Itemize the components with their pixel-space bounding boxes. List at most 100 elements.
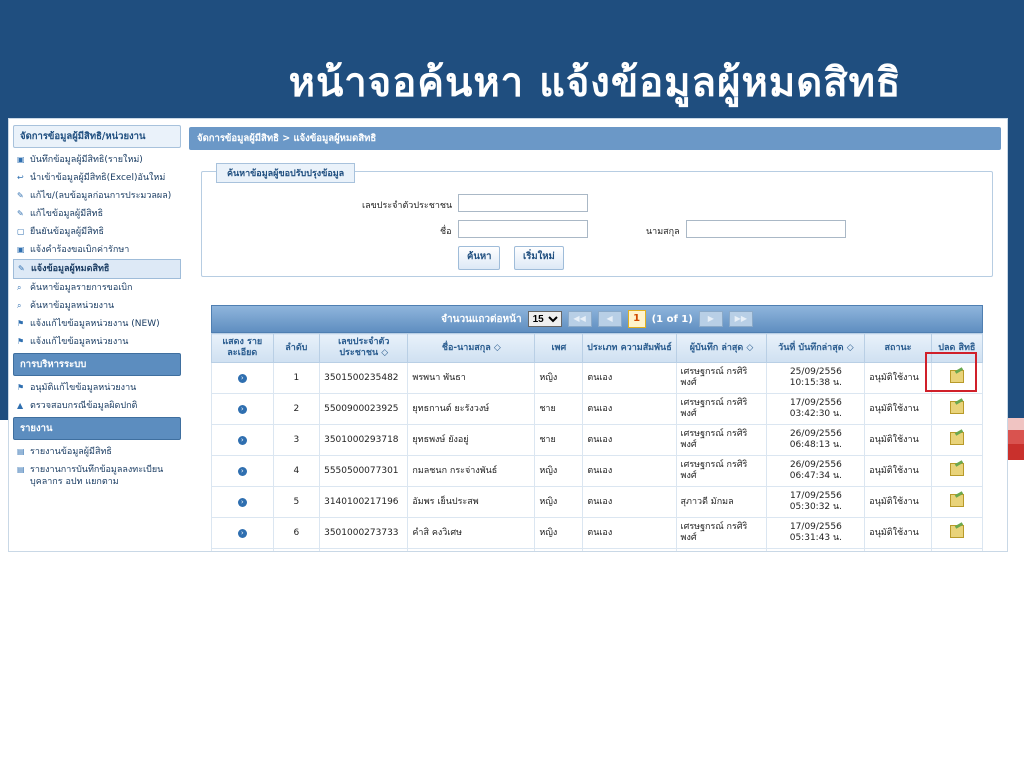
sidebar-item-label: แจ้งแก้ไขข้อมูลหน่วยงาน (NEW) — [30, 319, 160, 329]
sidebar-item[interactable]: ▤ รายงานข้อมูลผู้มีสิทธิ — [13, 443, 181, 461]
details-icon[interactable]: › — [237, 466, 247, 476]
sidebar-item-label: แจ้งข้อมูลผู้หมดสิทธิ — [31, 264, 110, 274]
slide-title: หน้าจอค้นหา แจ้งข้อมูลผู้หมดสิทธิ — [288, 59, 902, 106]
accent-bar — [1008, 418, 1024, 430]
revoke-rights-icon[interactable] — [949, 400, 964, 414]
cell-status — [864, 548, 932, 551]
surname-input[interactable] — [686, 220, 846, 238]
name-input[interactable] — [458, 220, 588, 238]
column-header[interactable]: เลขประจำตัว ประชาชน ◇ — [319, 333, 409, 363]
cell-no: 1 — [272, 362, 321, 394]
next-page-button[interactable]: ▶ — [698, 311, 723, 327]
details-icon[interactable]: › — [237, 528, 247, 538]
rows-per-page-select[interactable]: 15 — [527, 311, 562, 327]
first-page-button[interactable]: ◀◀ — [567, 311, 592, 327]
table-body: › 1 3501500235482 พรพนา พันธา หญิง ตนเอง เศรษฐ… — [211, 362, 984, 551]
cell-name: กมลชนก กระจ่างพันธ์ — [407, 455, 536, 487]
sidebar-item[interactable]: ⌕ ค้นหาข้อมูลรายการขอเบิก — [13, 279, 181, 297]
breadcrumb: จัดการข้อมูลผู้มีสิทธิ > แจ้งข้อมูลผู้หม… — [189, 127, 1001, 150]
cell-status: อนุมัติใช้งาน — [864, 362, 932, 394]
cell-rel: ตนเอง — [582, 362, 677, 394]
sidebar-item[interactable]: ⚑ แจ้งแก้ไขข้อมูลหน่วยงาน — [13, 333, 181, 351]
surname-label: นามสกุล — [646, 227, 680, 237]
cell-sex: ชาย — [534, 424, 584, 456]
details-icon[interactable]: › — [237, 373, 247, 383]
id-label: เลขประจำตัวประชาชน — [362, 201, 453, 211]
details-cell: › — [211, 455, 274, 487]
reset-button[interactable]: เริ่มใหม่ — [514, 246, 564, 270]
flag-icon: ⚑ — [17, 319, 25, 328]
sidebar-item[interactable]: ⚑ แจ้งแก้ไขข้อมูลหน่วยงาน (NEW) — [13, 315, 181, 333]
sidebar-item[interactable]: ✎ แก้ไข/(ลบข้อมูลก่อนการประมวลผล) — [13, 187, 181, 205]
page-info: (1 of 1) — [651, 313, 693, 325]
details-cell: › — [211, 424, 274, 456]
details-icon[interactable]: › — [237, 404, 247, 414]
cell-name: คำสิ คงวิเศษ — [407, 517, 536, 549]
last-page-button[interactable]: ▶▶ — [728, 311, 753, 327]
current-page[interactable]: 1 — [627, 310, 646, 328]
search-icon: ⌕ — [17, 301, 22, 310]
sidebar-item[interactable]: ⌕ ค้นหาข้อมูลหน่วยงาน — [13, 297, 181, 315]
cell-sex: หญิง — [534, 362, 584, 394]
table-row: › 5 3140100217196 อัมพร เย็นประสพ หญิง ตนเองส… — [211, 486, 984, 518]
details-cell — [211, 548, 274, 551]
prev-page-button[interactable]: ◀ — [597, 311, 622, 327]
column-header[interactable]: ผู้บันทึก ล่าสุด ◇ — [675, 333, 768, 363]
document-icon: ▢ — [17, 227, 25, 236]
sidebar-item[interactable]: ▤ รายงานการบันทึกข้อมูลลงทะเบียนบุคลากร อ… — [13, 461, 181, 491]
cell-id: 3140100217196 — [319, 486, 409, 518]
sidebar-item[interactable]: ▣ บันทึกข้อมูลผู้มีสิทธิ(รายใหม่) — [13, 151, 181, 169]
save-icon: ▣ — [17, 155, 25, 164]
search-button[interactable]: ค้นหา — [458, 246, 501, 270]
cell-name: ยุทธพงษ์ ยังอยู่ — [407, 424, 536, 456]
results-table: แสดง รายละเอียด ลำดับ เลขประจำตัว ประชาชน … — [211, 333, 984, 551]
sidebar-item[interactable]: ↩ นำเข้าข้อมูลผู้มีสิทธิ(Excel)อันใหม่ — [13, 169, 181, 187]
column-header: แสดง รายละเอียด — [211, 333, 274, 363]
revoke-rights-icon[interactable] — [949, 493, 964, 507]
import-icon: ↩ — [17, 173, 24, 182]
column-header[interactable]: วันที่ บันทึกล่าสุด ◇ — [766, 333, 866, 363]
sidebar-item[interactable]: ⚑ อนุมัติแก้ไขข้อมูลหน่วยงาน — [13, 379, 181, 397]
cell-sex: ชาย — [534, 393, 584, 425]
column-header: ลำดับ — [272, 333, 321, 363]
save-icon: ▣ — [17, 245, 25, 254]
table-row: › 4 5550500077301 กมลชนก กระจ่างพันธ์ หญิง ตน… — [211, 455, 984, 487]
sidebar-item[interactable]: ✎ แก้ไขข้อมูลผู้มีสิทธิ — [13, 205, 181, 223]
details-cell: › — [211, 486, 274, 518]
sidebar-item[interactable]: ▢ ยืนยันข้อมูลผู้มีสิทธิ — [13, 223, 181, 241]
results-grid: จำนวนแถวต่อหน้า 15 ◀◀ ◀ 1 (1 of 1) ▶ ▶▶ … — [211, 305, 984, 551]
cell-rel: ตนเอง — [582, 517, 677, 549]
sidebar-item-label: นำเข้าข้อมูลผู้มีสิทธิ(Excel)อันใหม่ — [30, 173, 166, 183]
cell-sex — [534, 548, 584, 551]
cell-rel — [582, 548, 677, 551]
revoke-rights-icon[interactable] — [949, 431, 964, 445]
sidebar-item-label: แก้ไขข้อมูลผู้มีสิทธิ — [30, 209, 104, 219]
cell-by: เศรษฐกรณ์ กรศิริพงศ์ — [675, 393, 768, 425]
revoke-rights-icon[interactable] — [949, 524, 964, 538]
column-header[interactable]: ชื่อ-นามสกุล ◇ — [407, 333, 536, 363]
cell-rel: ตนเอง — [582, 393, 677, 425]
sidebar-item-label: บันทึกข้อมูลผู้มีสิทธิ(รายใหม่) — [30, 155, 143, 165]
sidebar-item-label: ค้นหาข้อมูลหน่วยงาน — [30, 301, 115, 311]
cell-rel: ตนเอง — [582, 455, 677, 487]
details-icon[interactable]: › — [237, 435, 247, 445]
cell-status: อนุมัติใช้งาน — [864, 393, 932, 425]
details-cell: › — [211, 362, 274, 394]
sidebar-item[interactable]: ▣ แจ้งคำร้องขอเบิกค่ารักษา — [13, 241, 181, 259]
cell-name — [407, 548, 536, 551]
sidebar-item[interactable]: ▲ ตรวจสอบกรณีข้อมูลผิดปกติ — [13, 397, 181, 415]
cell-by: เศรษฐกรณ์ กรศิริพงศ์ — [675, 362, 768, 394]
revoke-rights-icon[interactable] — [949, 462, 964, 476]
sidebar-item[interactable]: ✎ แจ้งข้อมูลผู้หมดสิทธิ — [13, 259, 181, 279]
search-icon: ⌕ — [17, 283, 22, 292]
cell-date: 17/09/2556 05:31:43 น. — [766, 517, 866, 549]
cell-date: 17/09/2556 03:42:30 น. — [766, 393, 866, 425]
wrench-icon: ✎ — [17, 191, 24, 200]
cell-date: 25/09/2556 10:15:38 น. — [766, 362, 866, 394]
revoke-cell — [930, 548, 984, 551]
details-icon[interactable]: › — [237, 497, 247, 507]
cell-id: 5500900023925 — [319, 393, 409, 425]
table-row: › 6 3501000273733 คำสิ คงวิเศษ หญิง ตนเอง เศรษ… — [211, 517, 984, 549]
edit-icon: ✎ — [18, 264, 25, 273]
id-input[interactable] — [458, 194, 588, 212]
